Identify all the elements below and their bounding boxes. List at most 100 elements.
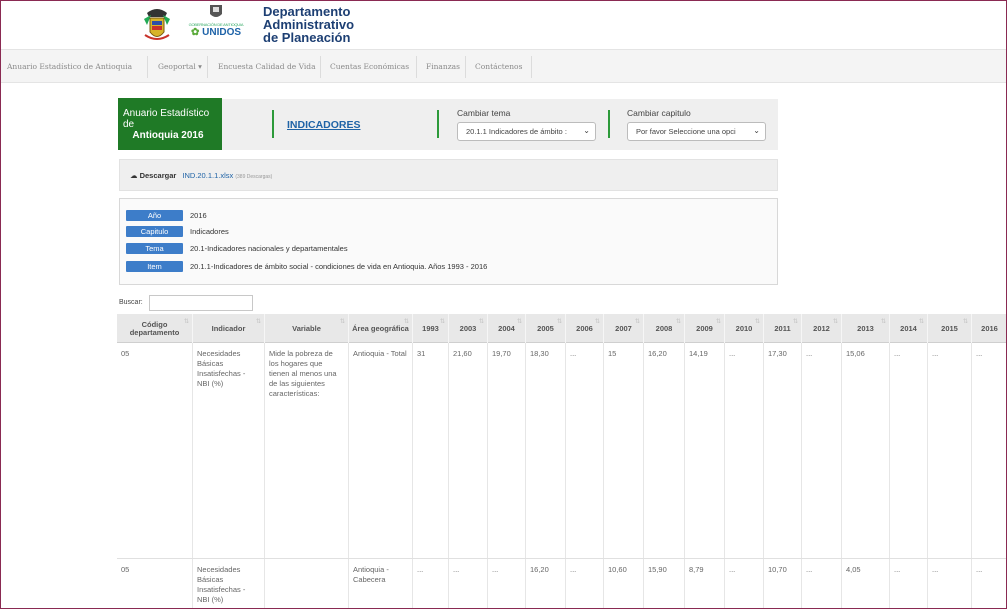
download-bar: ☁ Descargar IND.20.1.1.xlsx (389 Descarg… [119,159,778,191]
sort-icon: ⇅ [918,319,924,325]
sort-icon: ⇅ [594,319,600,325]
nav-item-contactenos[interactable]: Contáctenos [475,50,522,84]
column-header[interactable]: 2004 ⇅ [488,314,526,343]
column-header[interactable]: 2012 ⇅ [802,314,842,343]
table-cell: 16,20 [644,343,685,558]
info-panel: Año 2016 Capitulo Indicadores Tema 20.1-… [119,198,778,285]
divider-bar [437,110,439,138]
nav-item-anuario[interactable]: Anuario Estadístico de Antioquia [7,50,132,84]
table-cell: ... [928,343,972,558]
column-header[interactable]: 1993 ⇅ [413,314,449,343]
sort-icon: ⇅ [403,319,409,325]
nav-item-cuentas[interactable]: Cuentas Económicas [330,50,409,84]
table-row: 05 Necesidades Básicas Insatisfechas - N… [117,558,1006,608]
table-cell: ... [928,559,972,608]
divider-bar [608,110,610,138]
table-cell: 10,60 [604,559,644,608]
column-header[interactable]: 2008 ⇅ [644,314,685,343]
table-cell: ... [972,559,1006,608]
info-key: Año [126,210,183,221]
info-key: Capitulo [126,226,183,237]
table-cell: Necesidades Básicas Insatisfechas - NBI … [193,559,265,608]
sort-icon: ⇅ [880,319,886,325]
sort-icon: ⇅ [339,319,345,325]
search-input[interactable] [149,295,253,311]
table-cell: ... [802,559,842,608]
column-header[interactable]: 2013 ⇅ [842,314,890,343]
nav-item-encuesta[interactable]: Encuesta Calidad de Vida [218,50,316,84]
chapter-select[interactable]: Por favor Seleccione una opci ⌄ [627,122,766,141]
department-title: Departamento Administrativo de Planeació… [263,4,355,45]
info-key: Tema [126,243,183,254]
table-row: 05 Necesidades Básicas Insatisfechas - N… [117,343,1006,558]
table-cell: 19,70 [488,343,526,558]
column-header[interactable]: 2003 ⇅ [449,314,488,343]
table-cell: ... [802,343,842,558]
nav-divider [207,56,208,78]
column-header[interactable]: 2011 ⇅ [764,314,802,343]
info-value: 2016 [190,211,207,220]
download-row: ☁ Descargar IND.20.1.1.xlsx (389 Descarg… [130,171,272,180]
column-header[interactable]: Variable ⇅ [265,314,349,343]
table-cell: ... [413,559,449,608]
table-cell: Necesidades Básicas Insatisfechas - NBI … [193,343,265,558]
table-cell: 15,06 [842,343,890,558]
table-cell: 14,19 [685,343,725,558]
column-header[interactable]: 2016 [972,314,1006,343]
sort-icon: ⇅ [715,319,721,325]
search-label: Buscar: [119,299,143,306]
column-header[interactable]: Indicador ⇅ [193,314,265,343]
info-value: 20.1.1-Indicadores de ámbito social - co… [190,262,488,271]
table-cell: 17,30 [764,343,802,558]
cloud-download-icon: ☁ [130,171,138,180]
sort-icon: ⇅ [478,319,484,325]
nav-item-finanzas[interactable]: Finanzas [426,50,460,84]
unidos-logo: ✿ UNIDOS [190,27,242,38]
table-cell [265,559,349,608]
column-header[interactable]: 2007 ⇅ [604,314,644,343]
table-cell: Antioquia - Cabecera [349,559,413,608]
table-cell: 31 [413,343,449,558]
column-header[interactable]: 2005 ⇅ [526,314,566,343]
table-cell: ... [566,559,604,608]
column-header[interactable]: Código departamento ⇅ [117,314,193,343]
column-header[interactable]: 2009 ⇅ [685,314,725,343]
main-nav: Anuario Estadístico de Antioquia Geoport… [1,49,1006,84]
table-cell: 15 [604,343,644,558]
table-cell: ... [725,343,764,558]
table-cell: ... [488,559,526,608]
column-header[interactable]: Área geográfica ⇅ [349,314,413,343]
download-file-link[interactable]: IND.20.1.1.xlsx [182,171,233,180]
tab-indicadores[interactable]: INDICADORES [287,119,361,131]
site-header: GOBERNACIÓN DE ANTIOQUIA ✿ UNIDOS Depart… [1,1,1006,49]
theme-select-label: Cambiar tema [457,108,511,118]
column-header[interactable]: 2015 ⇅ [928,314,972,343]
column-header[interactable]: 2014 ⇅ [890,314,928,343]
chevron-down-icon: ⌄ [583,126,590,135]
table-cell: ... [890,343,928,558]
sort-icon: ⇅ [556,319,562,325]
sort-icon: ⇅ [255,319,261,325]
nav-divider [531,56,532,78]
table-cell: 05 [117,559,193,608]
table-cell: 15,90 [644,559,685,608]
table-cell: 8,79 [685,559,725,608]
divider-bar [272,110,274,138]
info-value: Indicadores [190,227,229,236]
info-value: 20.1-Indicadores nacionales y departamen… [190,244,348,253]
theme-select[interactable]: 20.1.1 Indicadores de ámbito : ⌄ [457,122,596,141]
download-count: (389 Descargas) [235,174,273,180]
page: GOBERNACIÓN DE ANTIOQUIA ✿ UNIDOS Depart… [0,0,1007,609]
nav-divider [320,56,321,78]
column-header[interactable]: 2010 ⇅ [725,314,764,343]
anuario-brand-tile[interactable]: Anuario Estadístico de Antioquia 2016 [118,98,222,150]
table-cell: ... [566,343,604,558]
nav-item-geoportal[interactable]: Geoportal ▾ [158,50,202,84]
table-cell: ... [449,559,488,608]
sort-icon: ⇅ [634,319,640,325]
table-cell: Mide la pobreza de los hogares que tiene… [265,343,349,558]
coat-of-arms-icon [141,5,173,45]
sort-icon: ⇅ [439,319,445,325]
sort-icon: ⇅ [675,319,681,325]
column-header[interactable]: 2006 ⇅ [566,314,604,343]
